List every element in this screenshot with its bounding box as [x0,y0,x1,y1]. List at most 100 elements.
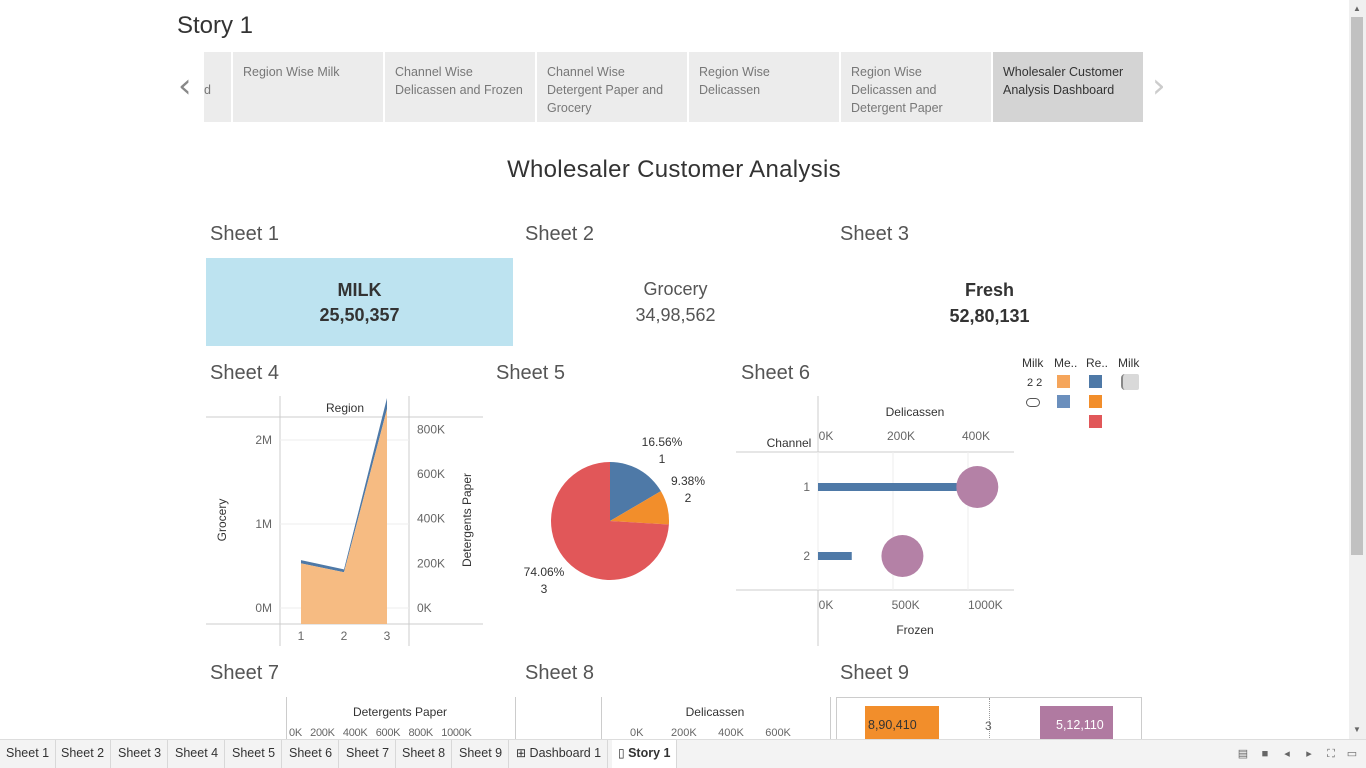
scroll-down-icon[interactable]: ▼ [1353,725,1361,734]
sheet9-right-label: 5,12,110 [1056,718,1104,732]
sheet5-chart[interactable]: 16.56% 1 9.38% 2 74.06% 3 [496,396,736,646]
sheet7-tick: 400K [342,727,368,739]
presentation-mode-icon[interactable]: ▭ [1346,748,1358,760]
tab-sheet-4[interactable]: Sheet 4 [169,740,226,768]
story-point-1[interactable]: d [204,52,231,122]
sheet8-title: Sheet 8 [525,662,594,684]
story-point-7[interactable]: Wholesaler Customer Analysis Dashboard [993,52,1143,122]
sheet4-chart[interactable]: Region 0M 1M 2M 0K 200K 400K 600K 800K Grocery Det… [206,396,486,646]
story-prev-arrow-icon[interactable]: ‹ [178,66,192,106]
scroll-up-icon[interactable]: ▲ [1353,4,1361,13]
sheet4-title: Sheet 4 [210,362,279,384]
sheet3-kpi-label: Fresh [964,280,1015,300]
tab-sheet-2[interactable]: Sheet 2 [55,740,112,768]
show-filmstrip-icon[interactable]: ■ [1259,748,1271,760]
story-next-arrow-icon[interactable]: › [1152,66,1166,106]
sheet7-chart[interactable]: Detergents Paper 0K 200K 400K 600K 800K … [286,697,516,739]
sheet9-bar-purple[interactable]: 5,12,110 [1040,706,1113,739]
sheet4-ytick: 1M [255,517,272,531]
sheet9-bar-orange[interactable]: 8,90,410 [865,706,939,739]
tab-sheet-1[interactable]: Sheet 1 [0,740,57,768]
sheet3-kpi-card[interactable]: Fresh 52,80,131 [836,258,1143,346]
sheet6-row-header: Channel [767,436,812,450]
sheet2-title: Sheet 2 [525,223,594,245]
sheet5-pct-label: 9.38% [671,474,705,488]
sheet6-row-label: 2 [803,549,810,563]
sheet4-y2tick: 800K [417,422,445,436]
sheet4-y2tick: 400K [417,512,445,526]
tab-sheet-5[interactable]: Sheet 5 [226,740,283,768]
sheet1-kpi-card[interactable]: MILK 25,50,357 [206,258,513,346]
story-book-icon: ▯ [618,746,625,760]
sheet4-ytick: 2M [255,433,272,447]
sheet8-axis-label: Delicassen [685,705,745,719]
sheet6-bottom-tick: 0K [819,598,834,612]
legend-swatch-mid-blue[interactable] [1057,395,1070,408]
sheet4-y2label: Detergents Paper [460,473,474,567]
sheet6-top-tick: 400K [962,429,990,443]
legend-milk-color-ramp[interactable] [1121,374,1139,390]
vertical-scrollbar[interactable]: ▲ ▼ [1349,0,1366,739]
sheet6-circle-frozen [956,466,999,508]
sheet7-tick: 600K [375,727,401,739]
sheet4-xtick: 3 [384,629,391,643]
scrollbar-thumb[interactable] [1351,17,1363,555]
legend-header-milk-2: Milk [1118,356,1140,370]
tab-dashboard-1-label: Dashboard 1 [529,746,602,760]
sheet6-bar-delicassen [818,483,957,491]
sheet6-title: Sheet 6 [741,362,810,384]
tab-sheet-9[interactable]: Sheet 9 [453,740,510,768]
sheet6-row-label: 1 [803,480,810,494]
legend-header-milk: Milk [1022,356,1044,370]
fit-window-icon[interactable]: ⛶ [1325,748,1337,760]
sheet8-tick: 200K [670,727,697,739]
sheet6-top-axis-label: Delicassen [886,405,945,419]
first-sheet-icon[interactable]: ◂ [1281,748,1293,760]
story-title: Story 1 [177,12,254,39]
story-point-2[interactable]: Region Wise Milk [233,52,383,122]
tab-sheet-6[interactable]: Sheet 6 [283,740,340,768]
sheet4-header-label: Region [326,401,364,415]
next-sheet-icon[interactable]: ▸ [1303,748,1315,760]
show-sheet-sorter-icon[interactable]: ▤ [1237,748,1249,760]
legend-swatch-red[interactable] [1089,415,1102,428]
sheet3-kpi-value: 52,80,131 [949,306,1030,326]
tab-story-1-label: Story 1 [628,746,671,760]
story-point-4[interactable]: Channel Wise Detergent Paper and Grocery [537,52,687,122]
sheet7-tick: 0K [289,727,302,739]
legend-swatch-orange[interactable] [1089,395,1102,408]
sheet5-slice-label: 1 [659,452,666,466]
sheet9-chart[interactable]: 8,90,410 3 5,12,110 [836,697,1142,739]
sheet6-bottom-axis-label: Frozen [896,623,933,637]
story-point-6[interactable]: Region Wise Delicassen and Detergent Pap… [841,52,991,122]
sheet1-title: Sheet 1 [210,223,279,245]
legend-swatch-light-orange[interactable] [1057,375,1070,388]
sheet2-kpi-card[interactable]: Grocery 34,98,562 [522,258,829,346]
story-point-5[interactable]: Region Wise Delicassen [689,52,839,122]
sheet6-bottom-tick: 1000K [968,598,1003,612]
sheet7-title: Sheet 7 [210,662,279,684]
legend-header-measure: Me.. [1054,356,1078,370]
sheet2-kpi-label: Grocery [643,279,708,299]
sheet8-axis-ticks: 0K 200K 400K 600K [630,727,791,739]
tab-sheet-3[interactable]: Sheet 3 [112,740,169,768]
sheet4-ytick: 0M [255,601,272,615]
sheet6-chart[interactable]: Delicassen Frozen Channel 0K 200K 400K 0K 500K 1… [736,396,1016,646]
sheet4-y2tick: 0K [417,601,432,615]
story-point-3[interactable]: Channel Wise Delicassen and Frozen [385,52,535,122]
sheet8-chart[interactable]: Delicassen 0K 200K 400K 600K [601,697,831,739]
sheet1-kpi-label: MILK [337,280,382,300]
sheet9-mid-label: 3 [985,719,992,733]
tab-dashboard-1[interactable]: ⊞ Dashboard 1 [510,740,609,768]
sheet2-kpi-value: 34,98,562 [635,305,716,325]
sheet8-tick: 400K [718,727,744,739]
sheet4-ylabel: Grocery [215,499,229,542]
legend-swatch-steel-blue[interactable] [1089,375,1102,388]
tab-sheet-7[interactable]: Sheet 7 [340,740,397,768]
sheet1-kpi-value: 25,50,357 [319,305,400,325]
legend-milk-values: 2 2 [1027,377,1043,389]
sheet5-slice-label: 3 [541,582,548,596]
sheet7-tick: 800K [408,727,433,739]
tab-sheet-8[interactable]: Sheet 8 [396,740,453,768]
tab-story-1[interactable]: ▯ Story 1 [612,740,678,768]
